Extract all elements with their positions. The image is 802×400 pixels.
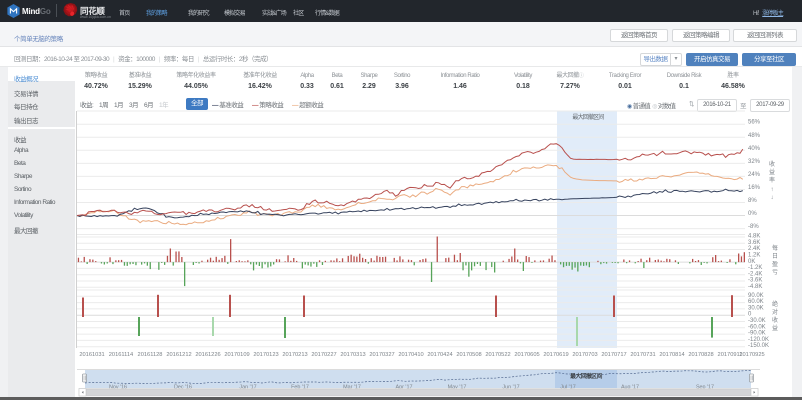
svg-text:20170925: 20170925 xyxy=(739,352,764,358)
svg-text:-1.2K: -1.2K xyxy=(748,265,762,271)
svg-text:最大回撤区间: 最大回撤区间 xyxy=(570,372,602,380)
svg-text:16%: 16% xyxy=(748,185,761,191)
svg-text:30.0K: 30.0K xyxy=(748,305,764,311)
svg-text:益: 益 xyxy=(772,324,778,332)
svg-text:20170703: 20170703 xyxy=(572,352,597,358)
svg-text:2.4K: 2.4K xyxy=(748,246,760,252)
svg-text:20170731: 20170731 xyxy=(630,352,655,358)
svg-text:收: 收 xyxy=(772,316,778,324)
svg-text:20170814: 20170814 xyxy=(659,352,684,358)
svg-text:0: 0 xyxy=(748,312,752,318)
svg-text:20161031: 20161031 xyxy=(79,352,104,358)
svg-text:↑: ↑ xyxy=(771,187,774,193)
svg-text:20161114: 20161114 xyxy=(109,352,133,358)
svg-text:率: 率 xyxy=(769,176,775,184)
svg-text:90.0K: 90.0K xyxy=(748,293,764,299)
svg-text:32%: 32% xyxy=(748,159,761,165)
svg-text:-8%: -8% xyxy=(748,224,759,230)
svg-text:20170123: 20170123 xyxy=(253,352,278,358)
svg-text:-120.0K: -120.0K xyxy=(748,337,769,343)
svg-text:20170508: 20170508 xyxy=(456,352,481,358)
svg-text:-60.0K: -60.0K xyxy=(748,324,766,330)
svg-text:0K: 0K xyxy=(748,259,755,265)
svg-text:20170313: 20170313 xyxy=(340,352,365,358)
svg-text:56%: 56% xyxy=(748,120,761,126)
svg-text:-3.6K: -3.6K xyxy=(748,278,762,284)
svg-text:20170410: 20170410 xyxy=(398,352,423,358)
svg-text:日: 日 xyxy=(772,253,778,260)
svg-text:亏: 亏 xyxy=(772,269,778,276)
svg-text:绝: 绝 xyxy=(772,300,778,308)
svg-text:-4.8K: -4.8K xyxy=(748,284,762,290)
svg-text:-2.4K: -2.4K xyxy=(748,271,762,277)
svg-text:最大回撤区间: 最大回撤区间 xyxy=(572,113,604,121)
svg-text:20170109: 20170109 xyxy=(224,352,249,358)
svg-text:20170717: 20170717 xyxy=(601,352,626,358)
svg-text:益: 益 xyxy=(769,168,775,176)
svg-text:-90.0K: -90.0K xyxy=(748,331,766,337)
svg-text:-30.0K: -30.0K xyxy=(748,318,766,324)
svg-text:40%: 40% xyxy=(748,146,761,152)
svg-text:20161226: 20161226 xyxy=(195,352,220,358)
svg-text:对: 对 xyxy=(772,308,778,316)
svg-text:20170327: 20170327 xyxy=(369,352,394,358)
svg-text:24%: 24% xyxy=(748,172,761,178)
svg-text:48%: 48% xyxy=(748,133,761,139)
svg-text:20161128: 20161128 xyxy=(138,352,163,358)
svg-text:20161212: 20161212 xyxy=(166,352,191,358)
svg-text:0%: 0% xyxy=(748,211,757,217)
svg-text:↓: ↓ xyxy=(771,195,774,201)
svg-text:20170605: 20170605 xyxy=(514,352,539,358)
svg-text:收: 收 xyxy=(769,160,775,168)
svg-text:20170828: 20170828 xyxy=(688,352,713,358)
svg-text:-150.0K: -150.0K xyxy=(748,343,769,349)
svg-text:20170522: 20170522 xyxy=(485,352,510,358)
svg-text:8%: 8% xyxy=(748,198,757,204)
svg-text:20170619: 20170619 xyxy=(543,352,568,358)
svg-text:4.8K: 4.8K xyxy=(748,234,760,240)
svg-text:20170227: 20170227 xyxy=(311,352,336,358)
svg-text:每: 每 xyxy=(772,244,778,252)
svg-text:20170213: 20170213 xyxy=(282,352,307,358)
svg-text:60.0K: 60.0K xyxy=(748,299,764,305)
svg-text:3.6K: 3.6K xyxy=(748,240,760,246)
svg-text:1.2K: 1.2K xyxy=(748,253,760,259)
svg-text:盈: 盈 xyxy=(772,261,778,268)
svg-text:20170424: 20170424 xyxy=(427,352,452,358)
